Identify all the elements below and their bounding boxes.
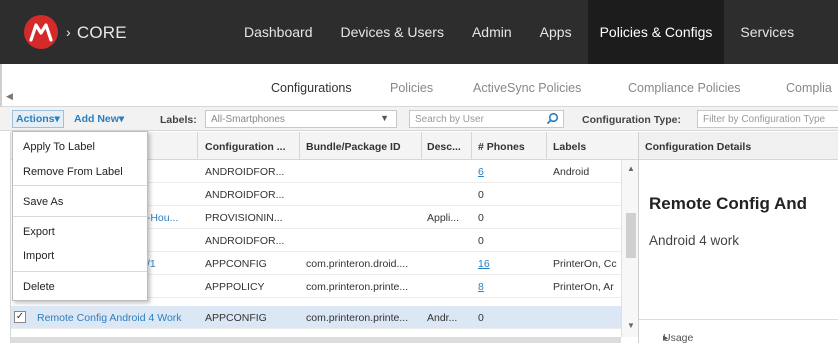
nav-apps[interactable]: Apps xyxy=(528,0,584,64)
tab-compliance-more[interactable]: Complia xyxy=(786,81,832,95)
column-divider xyxy=(299,132,300,160)
column-divider xyxy=(421,132,422,160)
scrollbar-thumb[interactable] xyxy=(626,213,636,258)
cell-type: APPCONFIG xyxy=(205,312,267,324)
top-navigation-bar: › CORE Dashboard Devices & Users Admin Ap… xyxy=(0,0,838,64)
main-nav: Dashboard Devices & Users Admin Apps Pol… xyxy=(232,0,806,64)
actions-button[interactable]: Actions▾ xyxy=(12,110,64,128)
tab-configurations[interactable]: Configurations xyxy=(271,81,352,95)
mobileiron-logo-icon[interactable] xyxy=(24,15,58,49)
column-divider xyxy=(546,132,547,160)
cell-name[interactable]: Remote Config Android 4 Work xyxy=(37,312,197,324)
cell-type: ANDROIDFOR... xyxy=(205,189,285,201)
cell-phones[interactable]: 6 xyxy=(478,166,484,178)
configuration-details-panel: Configuration Details Remote Config And … xyxy=(638,132,838,343)
details-config-name: Remote Config And xyxy=(649,194,808,213)
grid-vertical-scrollbar[interactable]: ▲ ▼ xyxy=(621,160,639,337)
cell-phones: 0 xyxy=(478,235,484,247)
column-header-configuration-type[interactable]: Configuration ... xyxy=(205,141,286,153)
labels-select-value: All-Smartphones xyxy=(211,114,285,125)
cell-bundle-id: com.printeron.droid.... xyxy=(306,258,409,270)
caret-down-icon: ▾ xyxy=(54,113,60,125)
chevron-down-icon: ▼ xyxy=(380,113,389,123)
scroll-down-icon[interactable]: ▼ xyxy=(627,321,635,330)
cell-type: APPCONFIG xyxy=(205,258,267,270)
row-checkbox[interactable]: ✓ xyxy=(14,311,26,323)
details-header: Configuration Details xyxy=(639,132,838,160)
search-icon[interactable] xyxy=(546,112,559,125)
table-row-selected[interactable]: ✓ Remote Config Android 4 Work APPCONFIG… xyxy=(11,306,621,329)
actions-label: Actions xyxy=(16,113,55,125)
cell-phones: 0 xyxy=(478,212,484,224)
cell-name[interactable]: n-Hou... xyxy=(141,212,195,224)
menu-item-import[interactable]: Import xyxy=(13,250,147,262)
cell-phones: 0 xyxy=(478,312,484,324)
labels-select[interactable]: All-Smartphones ▼ xyxy=(205,110,397,128)
nav-policies-configs[interactable]: Policies & Configs xyxy=(587,0,725,64)
grid-toolbar: Actions▾ Add New▾ Labels: All-Smartphone… xyxy=(0,106,838,131)
sub-tabs: ◀ Configurations Policies ActiveSync Pol… xyxy=(0,64,838,106)
cell-labels: Android xyxy=(553,166,590,178)
cell-type: ANDROIDFOR... xyxy=(205,166,285,178)
cell-phones: 0 xyxy=(478,189,484,201)
cell-phones[interactable]: 8 xyxy=(478,281,484,293)
tab-policies[interactable]: Policies xyxy=(390,81,433,95)
grid-horizontal-scrollbar[interactable] xyxy=(11,337,621,343)
chevron-right-icon: › xyxy=(66,24,71,40)
config-type-filter-input[interactable]: Filter by Configuration Type xyxy=(697,110,838,128)
usage-label: Usage xyxy=(663,332,694,343)
tabs-scroll-left-icon[interactable]: ◀ xyxy=(6,91,13,102)
config-type-placeholder: Filter by Configuration Type xyxy=(703,114,826,125)
cell-bundle-id: com.printeron.printe... xyxy=(306,312,409,324)
menu-item-apply-to-label[interactable]: Apply To Label xyxy=(13,141,147,153)
tab-compliance-policies[interactable]: Compliance Policies xyxy=(628,81,741,95)
column-header-bundle-id[interactable]: Bundle/Package ID xyxy=(306,141,401,153)
actions-dropdown-menu: Apply To Label Remove From Label Save As… xyxy=(12,131,148,301)
nav-dashboard[interactable]: Dashboard xyxy=(232,0,325,64)
menu-item-save-as[interactable]: Save As xyxy=(13,196,147,208)
scroll-up-icon[interactable]: ▲ xyxy=(627,164,635,173)
menu-divider xyxy=(13,216,147,217)
cell-description: Appli... xyxy=(427,212,460,224)
menu-item-delete[interactable]: Delete xyxy=(13,281,147,293)
cell-type: ANDROIDFOR... xyxy=(205,235,285,247)
cell-description: Andr... xyxy=(427,312,458,324)
nav-services[interactable]: Services xyxy=(728,0,806,64)
column-header-phones[interactable]: # Phones xyxy=(478,141,525,153)
search-user-input[interactable]: Search by User xyxy=(409,110,564,128)
add-new-label: Add New xyxy=(74,113,119,125)
cell-phones[interactable]: 16 xyxy=(478,258,490,270)
labels-label: Labels: xyxy=(160,114,197,126)
cell-name[interactable]: n xyxy=(141,189,193,201)
brand-label: CORE xyxy=(76,23,127,42)
cell-type: PROVISIONIN... xyxy=(205,212,283,224)
usage-section-toggle[interactable]: ▸ Usage xyxy=(639,319,838,343)
add-new-button[interactable]: Add New▾ xyxy=(74,113,124,125)
menu-item-export[interactable]: Export xyxy=(13,226,147,238)
caret-down-icon: ▾ xyxy=(118,113,125,125)
menu-divider xyxy=(13,271,147,272)
brand-title: › CORE xyxy=(66,23,127,43)
config-type-label: Configuration Type: xyxy=(582,114,681,126)
nav-admin[interactable]: Admin xyxy=(460,0,524,64)
column-divider xyxy=(197,132,198,160)
search-placeholder: Search by User xyxy=(415,114,484,125)
nav-devices-users[interactable]: Devices & Users xyxy=(329,0,456,64)
menu-item-remove-from-label[interactable]: Remove From Label xyxy=(13,166,147,178)
cell-type: APPPOLICY xyxy=(205,281,265,293)
cell-name[interactable]: /1 xyxy=(147,258,193,270)
menu-divider xyxy=(13,185,147,186)
cell-labels: PrinterOn, Cc xyxy=(553,258,617,270)
details-config-description: Android 4 work xyxy=(649,233,740,248)
tab-activesync-policies[interactable]: ActiveSync Policies xyxy=(473,81,581,95)
cell-labels: PrinterOn, Ar xyxy=(553,281,614,293)
column-header-labels[interactable]: Labels xyxy=(553,141,586,153)
details-header-title: Configuration Details xyxy=(645,141,752,153)
cell-bundle-id: com.printeron.printe... xyxy=(306,281,409,293)
column-header-description[interactable]: Desc... xyxy=(427,141,461,153)
column-divider xyxy=(471,132,472,160)
